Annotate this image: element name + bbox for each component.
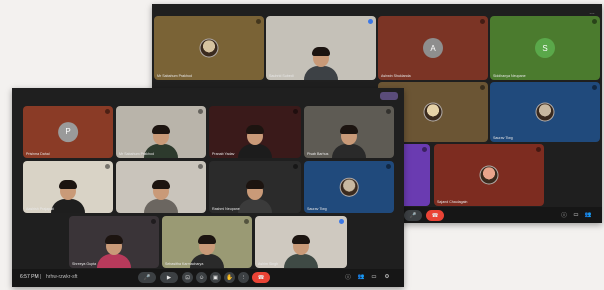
mic-status-icon: [105, 109, 110, 114]
participant-video: [284, 235, 318, 268]
participant-tile[interactable]: Pisab Barhus: [304, 106, 394, 158]
participant-name: Saurav Tiwg: [493, 136, 513, 140]
chat-icon[interactable]: ▭: [572, 211, 580, 219]
mic-icon[interactable]: 🎤: [404, 210, 422, 221]
mic-status-icon: [105, 164, 110, 169]
participant-name: Ashim Singh: [258, 262, 279, 266]
front-meeting-window: P Prishma Dahal Mr Sabahum Prakhod Pranab Y…: [12, 88, 404, 287]
participant-initial-avatar: S: [535, 38, 555, 58]
participant-name: Prishma Dahal: [26, 152, 50, 156]
mic-status-icon: [386, 109, 391, 114]
window-menu-icon[interactable]: ⋯: [588, 11, 596, 19]
mic-status-icon: [339, 219, 344, 224]
more-icon[interactable]: ⋮: [238, 272, 249, 283]
mic-status-icon: [198, 164, 203, 169]
participant-tile[interactable]: Mr Sabahum Prakhod: [154, 16, 264, 80]
participant-name: Pisab Barhus: [307, 152, 329, 156]
participant-name: Shreeya Gupta: [72, 262, 97, 266]
chat-icon[interactable]: ▭: [370, 273, 378, 281]
participant-name: Ashwin Shuklanda: [381, 74, 411, 78]
participant-video: [51, 180, 85, 213]
participant-video: [144, 180, 178, 213]
people-icon[interactable]: 👥: [584, 211, 592, 219]
participant-name: Rashmi Neupane: [212, 207, 240, 211]
participant-tile[interactable]: Rashmi Neupane: [209, 161, 301, 213]
mic-status-icon: [480, 19, 485, 24]
mic-status-icon: [480, 85, 485, 90]
end-call-icon[interactable]: ☎: [426, 210, 444, 221]
participant-name: Pranab Yadav: [212, 152, 235, 156]
end-call-icon[interactable]: ☎: [252, 272, 270, 283]
participant-profile-photo: [199, 38, 219, 58]
mic-status-icon: [422, 147, 427, 152]
mic-status-icon: [198, 109, 203, 114]
participant-video: [97, 235, 131, 268]
participant-initial-avatar: A: [423, 38, 443, 58]
participant-profile-photo: [535, 102, 555, 122]
people-icon[interactable]: 👥: [357, 273, 365, 281]
participant-tile[interactable]: Ashim Singh: [255, 216, 347, 268]
mic-status-icon: [256, 19, 261, 24]
participant-name: Saurav Tiwg: [307, 207, 327, 211]
mic-status-icon: [592, 19, 597, 24]
toolbar-separator: |: [40, 274, 42, 280]
participant-tile[interactable]: A Ashwin Shuklanda: [378, 16, 488, 80]
participant-initial-avatar: P: [58, 122, 78, 142]
info-icon[interactable]: ⓘ: [560, 211, 568, 219]
mic-icon[interactable]: 🎤: [138, 272, 156, 283]
participant-video: [238, 125, 272, 158]
mic-status-icon: [536, 147, 541, 152]
participant-name: Sajand Chaulagain: [437, 200, 468, 204]
participant-video: [304, 47, 338, 80]
mic-status-icon: [244, 219, 249, 224]
activities-icon[interactable]: ⚙: [383, 273, 391, 281]
participant-tile[interactable]: Pranab Yadav: [209, 106, 301, 158]
participant-tile[interactable]: Sebasitha Karmacharya: [162, 216, 252, 268]
raise-hand-icon[interactable]: ✋: [224, 272, 235, 283]
mic-status-icon: [592, 85, 597, 90]
participant-name: Siddhanya Neupane: [493, 74, 526, 78]
participant-video: [332, 125, 366, 158]
participant-tile[interactable]: Shreeya Gupta: [69, 216, 159, 268]
participant-name: Mr Sabahum Prakhod: [119, 152, 154, 156]
meeting-code: hrhw-rzwkr-sft: [46, 274, 78, 280]
participant-tile[interactable]: Sauhrid Subedi: [266, 16, 376, 80]
participant-tile[interactable]: P Prishma Dahal: [23, 106, 113, 158]
info-icon[interactable]: ⓘ: [344, 273, 352, 281]
present-icon[interactable]: ▣: [210, 272, 221, 283]
mic-status-icon: [293, 109, 298, 114]
participant-name: Sebasitha Karmacharya: [165, 262, 204, 266]
participant-profile-photo: [339, 177, 359, 197]
participant-name: Aashish Prajapati: [26, 207, 54, 211]
emoji-icon[interactable]: ☺: [196, 272, 207, 283]
self-view-thumbnail[interactable]: [380, 92, 398, 100]
participant-profile-photo: [479, 165, 499, 185]
participant-tile[interactable]: Sajand Chaulagain: [434, 144, 544, 206]
participant-tile[interactable]: Saurav Tiwg: [490, 82, 600, 142]
mic-status-icon: [386, 164, 391, 169]
participant-tile[interactable]: S Siddhanya Neupane: [490, 16, 600, 80]
participant-tile[interactable]: [116, 161, 206, 213]
mic-status-icon: [368, 19, 373, 24]
mic-status-icon: [293, 164, 298, 169]
participant-name: Mr Sabahum Prakhod: [157, 74, 192, 78]
mic-status-icon: [151, 219, 156, 224]
captions-icon[interactable]: ⊡: [182, 272, 193, 283]
meeting-clock: 6:57 PM: [20, 274, 39, 280]
participant-tile[interactable]: Mr Sabahum Prakhod: [116, 106, 206, 158]
camera-icon[interactable]: ▶: [160, 272, 178, 283]
participant-tile[interactable]: Aashish Prajapati: [23, 161, 113, 213]
participant-tile[interactable]: Saurav Tiwg: [304, 161, 394, 213]
participant-profile-photo: [423, 102, 443, 122]
participant-video: [238, 180, 272, 213]
meeting-toolbar: 6:57 PM | hrhw-rzwkr-sft 🎤 ▶ ⊡ ☺ ▣ ✋ ⋮ ☎ ⓘ 👥 ▭ ⚙: [12, 269, 404, 287]
participant-name: Sauhrid Subedi: [269, 74, 294, 78]
